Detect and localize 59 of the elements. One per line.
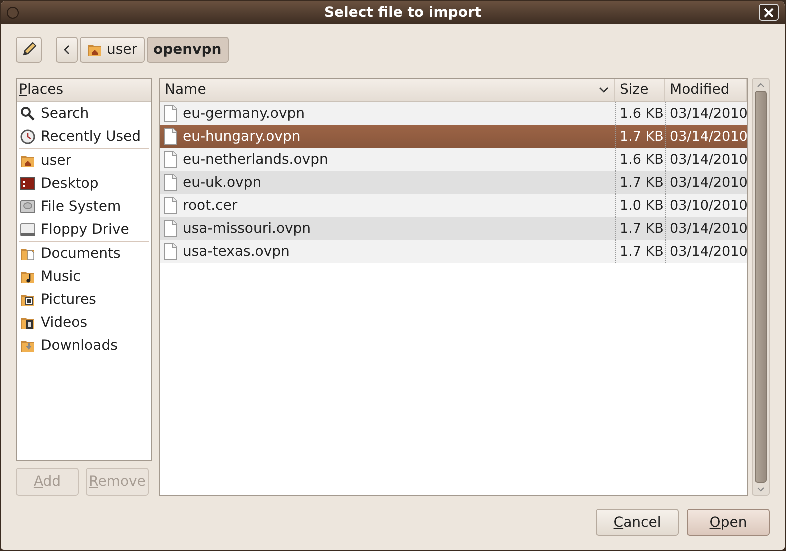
- file-row[interactable]: eu-hungary.ovpn 1.7 KB 03/14/2010: [160, 125, 747, 148]
- places-item[interactable]: Pictures: [17, 288, 151, 311]
- places-item[interactable]: Downloads: [17, 334, 151, 357]
- places-item[interactable]: File System: [17, 195, 151, 218]
- edit-location-button[interactable]: [16, 37, 42, 63]
- file-date: 03/14/2010: [665, 240, 747, 263]
- path-button[interactable]: openvpn: [146, 37, 229, 63]
- file-icon: [164, 243, 178, 260]
- file-row[interactable]: root.cer 1.0 KB 03/10/2010: [160, 194, 747, 217]
- path-button[interactable]: user: [80, 37, 145, 63]
- file-icon: [164, 105, 178, 122]
- hard-drive-icon: [20, 198, 36, 214]
- drive-icon: [20, 222, 36, 238]
- column-header[interactable]: Size: [615, 79, 665, 101]
- pencil-icon: [21, 42, 37, 58]
- file-name: usa-missouri.ovpn: [183, 220, 312, 236]
- column-header[interactable]: Modified: [665, 79, 747, 101]
- close-icon: [764, 8, 774, 18]
- open-button[interactable]: Open: [687, 509, 770, 536]
- places-item[interactable]: Documents: [17, 242, 151, 265]
- scroll-down-icon[interactable]: [757, 486, 765, 492]
- file-icon: [164, 174, 178, 191]
- places-item[interactable]: Search: [17, 102, 151, 125]
- cancel-button[interactable]: Cancel: [596, 509, 679, 536]
- scroll-up-icon[interactable]: [757, 82, 765, 88]
- window-menu-icon[interactable]: [7, 6, 19, 18]
- sort-caret-icon: [599, 87, 609, 93]
- file-row[interactable]: usa-texas.ovpn 1.7 KB 03/14/2010: [160, 240, 747, 263]
- file-name: eu-uk.ovpn: [183, 174, 262, 190]
- file-name: eu-hungary.ovpn: [183, 128, 301, 144]
- places-item[interactable]: Floppy Drive: [17, 218, 151, 241]
- places-header: Places: [17, 79, 151, 102]
- desktop-icon: [20, 176, 36, 192]
- file-name: usa-texas.ovpn: [183, 244, 290, 260]
- file-row[interactable]: usa-missouri.ovpn 1.7 KB 03/14/2010: [160, 217, 747, 240]
- places-item[interactable]: Music: [17, 265, 151, 288]
- home-folder-icon: [87, 42, 103, 58]
- file-icon: [164, 220, 178, 237]
- places-item[interactable]: Videos: [17, 311, 151, 334]
- clock-icon: [20, 128, 36, 144]
- places-item[interactable]: Recently Used: [17, 125, 151, 148]
- column-header[interactable]: Name: [160, 79, 615, 101]
- file-icon: [164, 128, 178, 145]
- file-name: eu-germany.ovpn: [183, 106, 305, 122]
- file-size: 1.7 KB: [615, 240, 665, 263]
- back-button[interactable]: [56, 37, 78, 63]
- file-icon: [164, 151, 178, 168]
- window-title: Select file to import: [324, 4, 482, 20]
- close-button[interactable]: [759, 4, 779, 21]
- places-item[interactable]: user: [17, 149, 151, 172]
- file-row[interactable]: eu-uk.ovpn 1.7 KB 03/14/2010: [160, 171, 747, 194]
- file-row[interactable]: eu-germany.ovpn 1.6 KB 03/14/2010: [160, 102, 747, 125]
- places-item[interactable]: Desktop: [17, 172, 151, 195]
- file-icon: [164, 197, 178, 214]
- file-row[interactable]: eu-netherlands.ovpn 1.6 KB 03/14/2010: [160, 148, 747, 171]
- file-name: eu-netherlands.ovpn: [183, 152, 328, 168]
- file-name: root.cer: [183, 198, 238, 214]
- search-icon: [20, 106, 36, 122]
- scrollbar[interactable]: [752, 78, 770, 496]
